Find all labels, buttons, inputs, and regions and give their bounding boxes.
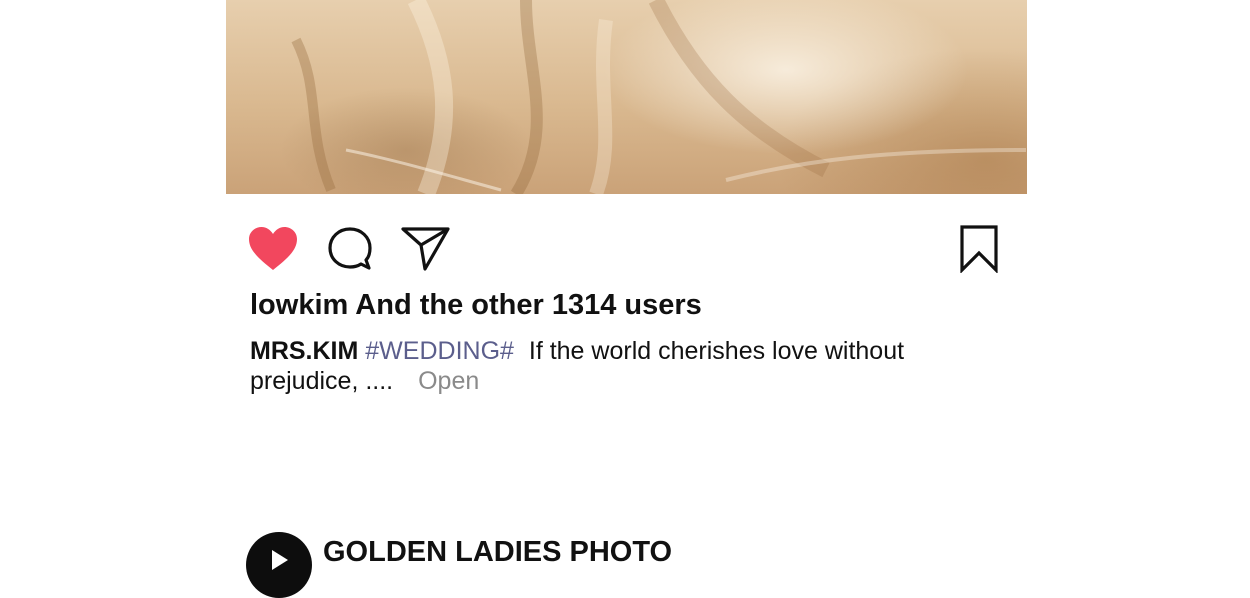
fabric-folds: [291, 0, 1027, 194]
heart-icon[interactable]: [248, 226, 298, 272]
post-image[interactable]: [226, 0, 1027, 194]
open-caption-link[interactable]: Open: [418, 367, 479, 395]
comment-icon[interactable]: [327, 226, 373, 272]
play-icon: [272, 550, 288, 570]
next-post-header: GOLDEN LADIES PHOTO: [246, 530, 946, 598]
post-actions: [226, 222, 1027, 274]
caption-hashtag[interactable]: #WEDDING#: [365, 337, 514, 365]
bookmark-icon[interactable]: [959, 225, 999, 273]
post-caption: MRS.KIM #WEDDING# If the world cherishes…: [250, 336, 950, 396]
send-icon[interactable]: [401, 225, 451, 273]
likes-count[interactable]: lowkim And the other 1314 users: [250, 289, 702, 322]
avatar[interactable]: [246, 532, 312, 598]
caption-username[interactable]: MRS.KIM: [250, 337, 358, 365]
next-post-account-name[interactable]: GOLDEN LADIES PHOTO: [323, 536, 672, 569]
